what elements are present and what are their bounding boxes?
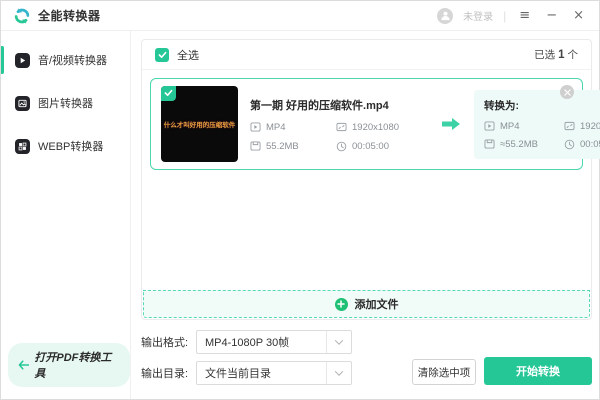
select-all-checkbox[interactable] bbox=[155, 47, 169, 62]
video-thumbnail: 什么才叫好用的压缩软件 bbox=[161, 86, 238, 162]
sidebar-item-av-converter[interactable]: 音/视频转换器 bbox=[1, 45, 130, 75]
output-format-value: MP4-1080P 30帧 bbox=[205, 337, 290, 349]
source-resolution: 1920x1080 bbox=[336, 122, 428, 133]
chevron-down-icon bbox=[326, 362, 351, 384]
source-size: 55.2MB bbox=[250, 141, 336, 152]
size-icon bbox=[484, 139, 495, 149]
app-window: 全能转换器 未登录 | ≡ − × 音/视频转换器 图片转换器 WEBP转换器 … bbox=[0, 0, 600, 400]
resolution-icon bbox=[336, 122, 347, 132]
arrow-left-icon bbox=[18, 360, 30, 370]
target-resolution: 1920*1080 bbox=[564, 121, 600, 132]
titlebar-divider: | bbox=[503, 8, 507, 23]
file-list: 什么才叫好用的压缩软件 第一期 好用的压缩软件.mp4 MP4 1920x108… bbox=[142, 70, 600, 290]
resolution-icon bbox=[564, 121, 575, 131]
clock-icon bbox=[336, 141, 347, 151]
menu-icon[interactable]: ≡ bbox=[516, 7, 533, 24]
source-format: MP4 bbox=[250, 122, 336, 133]
output-dir-select[interactable]: 文件当前目录 bbox=[196, 361, 352, 385]
size-icon bbox=[250, 141, 261, 151]
sidebar-item-label: WEBP转换器 bbox=[38, 141, 104, 153]
close-icon[interactable]: × bbox=[570, 7, 587, 24]
start-convert-button[interactable]: 开始转换 bbox=[484, 357, 592, 385]
target-size: ≈55.2MB bbox=[484, 139, 564, 150]
file-card[interactable]: 什么才叫好用的压缩软件 第一期 好用的压缩软件.mp4 MP4 1920x108… bbox=[150, 78, 600, 170]
format-icon bbox=[484, 121, 495, 131]
video-converter-icon bbox=[15, 52, 30, 68]
output-format-label: 输出格式: bbox=[141, 337, 189, 349]
chevron-down-icon bbox=[326, 331, 351, 353]
sidebar-item-webp-converter[interactable]: WEBP转换器 bbox=[1, 131, 130, 161]
file-checkbox[interactable] bbox=[161, 86, 176, 101]
bottom-bar: 输出格式: MP4-1080P 30帧 输出目录: 文件当前目录 清除选中项 开… bbox=[141, 320, 592, 385]
login-status[interactable]: 未登录 bbox=[463, 8, 493, 23]
webp-converter-icon bbox=[15, 138, 30, 154]
sidebar-item-image-converter[interactable]: 图片转换器 bbox=[1, 88, 130, 118]
sidebar-item-label: 图片转换器 bbox=[38, 98, 93, 110]
target-duration: 00:05:00 bbox=[564, 139, 600, 150]
thumbnail-caption: 什么才叫好用的压缩软件 bbox=[163, 122, 236, 129]
output-dir-value: 文件当前目录 bbox=[205, 368, 271, 380]
user-avatar[interactable] bbox=[437, 7, 454, 24]
add-file-label: 添加文件 bbox=[354, 299, 399, 311]
main-content: 全选 已选 1 个 什么才叫好用的压缩软件 第一期 好用的压缩软件.mp4 MP… bbox=[131, 31, 600, 399]
clock-icon bbox=[564, 139, 575, 149]
image-converter-icon bbox=[15, 95, 30, 111]
source-duration: 00:05:00 bbox=[336, 141, 428, 152]
remove-file-icon[interactable] bbox=[560, 85, 574, 99]
sidebar: 音/视频转换器 图片转换器 WEBP转换器 打开PDF转换工具 bbox=[1, 31, 131, 399]
convert-arrow-icon bbox=[440, 116, 462, 132]
open-pdf-tool-button[interactable]: 打开PDF转换工具 bbox=[8, 343, 130, 387]
app-title: 全能转换器 bbox=[38, 9, 101, 23]
list-header: 全选 已选 1 个 bbox=[142, 40, 591, 70]
convert-to-label: 转换为: bbox=[484, 99, 519, 112]
title-bar: 全能转换器 未登录 | ≡ − × bbox=[1, 1, 599, 31]
target-info: 转换为: MP4 1920*1080 bbox=[474, 89, 600, 159]
app-logo-icon bbox=[14, 7, 30, 24]
source-info: 第一期 好用的压缩软件.mp4 MP4 1920x1080 55.2MB 00:… bbox=[250, 97, 428, 152]
clear-selected-button[interactable]: 清除选中项 bbox=[412, 359, 476, 385]
sidebar-item-label: 音/视频转换器 bbox=[38, 55, 108, 67]
file-list-panel: 全选 已选 1 个 什么才叫好用的压缩软件 第一期 好用的压缩软件.mp4 MP… bbox=[141, 39, 600, 320]
plus-icon bbox=[334, 297, 348, 311]
target-format: MP4 bbox=[484, 121, 564, 132]
selected-count: 已选 1 个 bbox=[534, 49, 578, 61]
output-format-select[interactable]: MP4-1080P 30帧 bbox=[196, 330, 352, 354]
pdf-tool-label: 打开PDF转换工具 bbox=[34, 352, 112, 380]
minimize-icon[interactable]: − bbox=[543, 7, 560, 24]
select-all-label: 全选 bbox=[177, 49, 199, 62]
add-file-button[interactable]: 添加文件 bbox=[143, 290, 590, 318]
file-name: 第一期 好用的压缩软件.mp4 bbox=[250, 99, 389, 112]
format-icon bbox=[250, 122, 261, 132]
output-dir-label: 输出目录: bbox=[141, 368, 189, 380]
